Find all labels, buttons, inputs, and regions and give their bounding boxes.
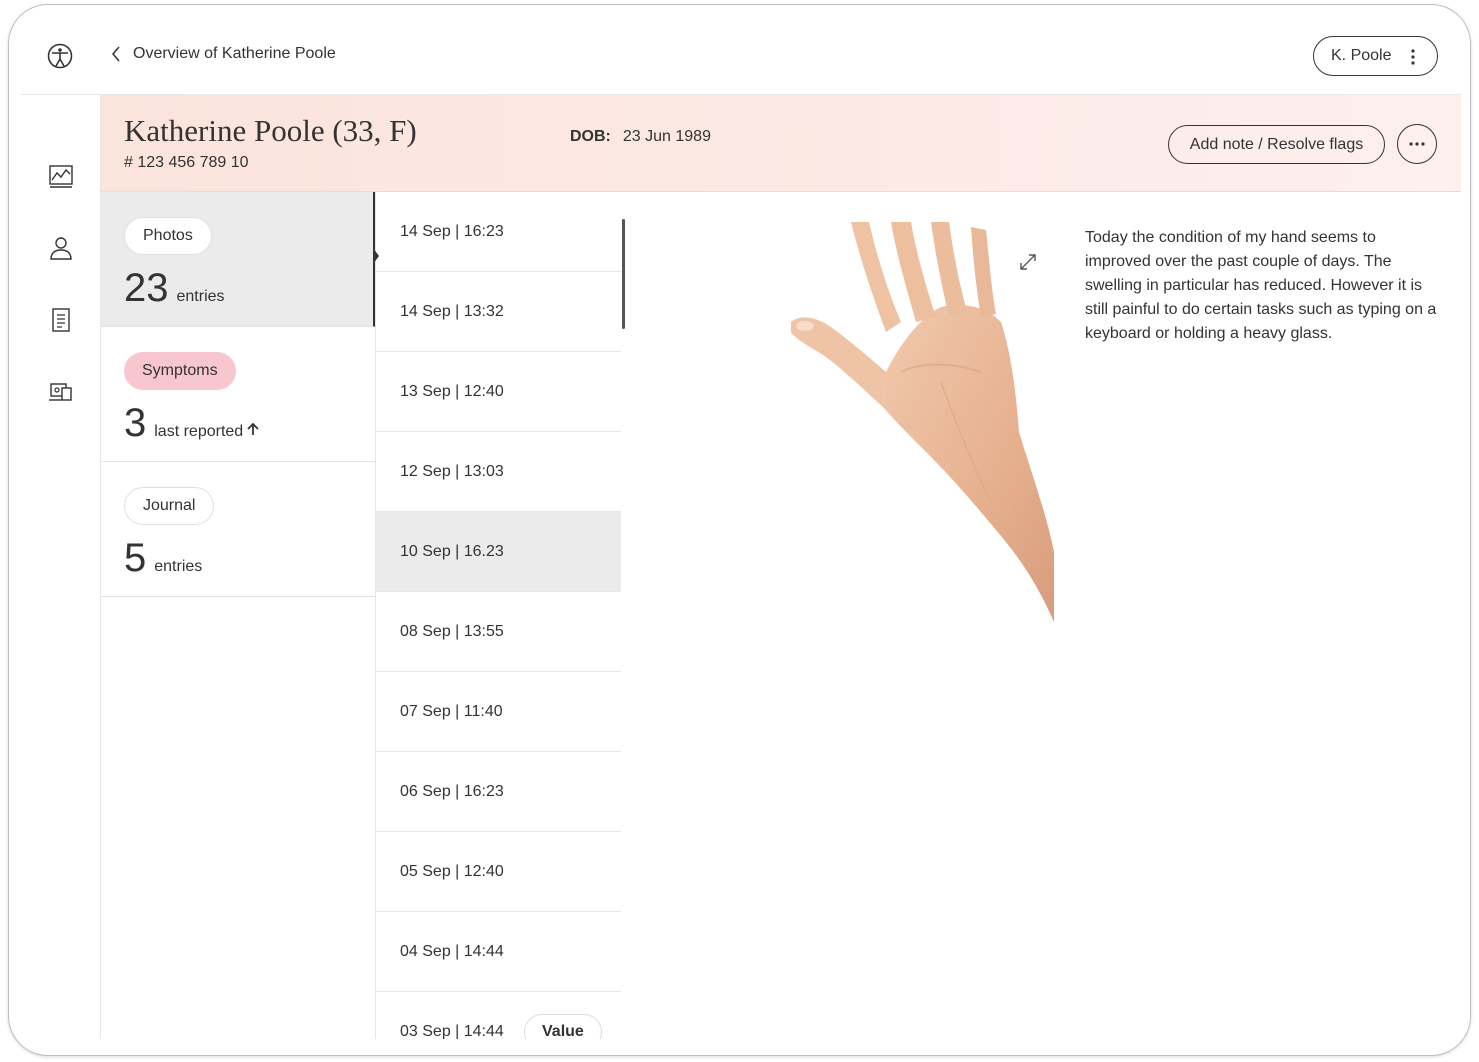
more-options-button[interactable] — [1397, 124, 1437, 164]
date-item[interactable]: 08 Sep | 13:55 — [376, 592, 621, 672]
patient-name: Katherine Poole (33, F) — [124, 113, 417, 148]
date-item[interactable]: 14 Sep | 13:32 — [376, 272, 621, 352]
patient-header: Katherine Poole (33, F) # 123 456 789 10… — [101, 95, 1461, 192]
patient-dob: DOB: 23 Jun 1989 — [570, 128, 711, 146]
add-note-button[interactable]: Add note / Resolve flags — [1168, 125, 1385, 164]
expand-icon[interactable] — [1019, 253, 1037, 271]
left-nav — [21, 95, 101, 1039]
date-item[interactable]: 04 Sep | 14:44 — [376, 912, 621, 992]
entry-detail: Today the condition of my hand seems to … — [624, 192, 1461, 1039]
count-label: entries — [154, 558, 203, 575]
category-photos[interactable]: Photos 23 entries — [101, 192, 379, 327]
value-button[interactable]: Value — [524, 1014, 602, 1039]
count-label: entries — [176, 288, 225, 305]
category-count: 23 entries — [124, 264, 225, 312]
more-horizontal-icon — [1409, 142, 1425, 146]
back-link-label: Overview of Katherine Poole — [133, 45, 336, 62]
chart-icon[interactable] — [48, 163, 74, 189]
hand-photo[interactable] — [791, 222, 1054, 622]
count-number: 23 — [124, 266, 169, 310]
patient-id: # 123 456 789 10 — [124, 154, 249, 171]
back-link[interactable]: Overview of Katherine Poole — [111, 45, 336, 63]
count-number: 3 — [124, 401, 147, 445]
date-item[interactable]: 07 Sep | 11:40 — [376, 672, 621, 752]
category-journal[interactable]: Journal 5 entries — [101, 462, 375, 597]
dob-value: 23 Jun 1989 — [622, 128, 711, 145]
user-menu-button[interactable]: K. Poole — [1313, 36, 1438, 76]
category-pill: Symptoms — [124, 352, 236, 390]
user-icon[interactable] — [48, 235, 74, 261]
count-label-text: last reported — [154, 423, 244, 440]
devices-icon[interactable] — [48, 379, 74, 405]
user-menu-label: K. Poole — [1331, 47, 1392, 64]
entry-date-list: 14 Sep | 16:23 14 Sep | 13:32 13 Sep | 1… — [376, 192, 621, 1039]
accessibility-logo-icon[interactable] — [47, 43, 73, 69]
date-item[interactable]: 14 Sep | 16:23 — [376, 192, 621, 272]
category-count: 5 entries — [124, 534, 202, 582]
category-pill: Photos — [124, 217, 212, 255]
count-number: 5 — [124, 536, 147, 580]
top-bar: Overview of Katherine Poole K. Poole — [21, 5, 1461, 95]
date-item-selected[interactable]: 10 Sep | 16.23 — [376, 512, 621, 592]
category-pill: Journal — [124, 487, 215, 525]
date-item-last[interactable]: 03 Sep | 14:44 Value — [376, 992, 621, 1039]
date-item[interactable]: 06 Sep | 16:23 — [376, 752, 621, 832]
category-count: 3 last reported — [124, 399, 259, 447]
journal-note-text: Today the condition of my hand seems to … — [1085, 229, 1437, 342]
device-frame: Overview of Katherine Poole K. Poole Kat… — [8, 4, 1471, 1056]
dob-label: DOB: — [570, 128, 611, 145]
document-icon[interactable] — [48, 307, 74, 333]
more-vertical-icon — [1411, 49, 1415, 65]
app-screen: Overview of Katherine Poole K. Poole Kat… — [21, 5, 1461, 1039]
chevron-left-icon — [112, 46, 120, 62]
arrow-up-icon — [247, 422, 259, 435]
category-list: Photos 23 entries Symptoms 3 last report… — [101, 192, 379, 1039]
date-item[interactable]: 12 Sep | 13:03 — [376, 432, 621, 512]
category-symptoms[interactable]: Symptoms 3 last reported — [101, 327, 375, 462]
date-item[interactable]: 05 Sep | 12:40 — [376, 832, 621, 912]
date-item[interactable]: 13 Sep | 12:40 — [376, 352, 621, 432]
date-item-label: 03 Sep | 14:44 — [400, 1022, 504, 1040]
count-label: last reported — [154, 422, 259, 441]
